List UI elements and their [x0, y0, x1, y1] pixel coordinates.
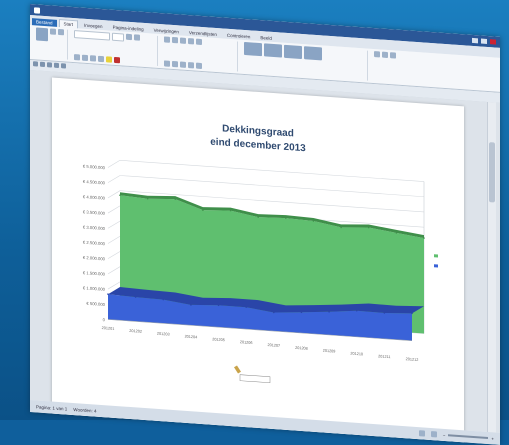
undo-icon[interactable]: [40, 61, 45, 68]
highlight-icon[interactable]: [106, 56, 112, 63]
x-tick-label: 201206: [240, 340, 253, 345]
gridline-depth: [107, 205, 121, 214]
justify-icon[interactable]: [188, 62, 194, 69]
x-tick-label: 201207: [267, 343, 280, 348]
style-no-spacing-icon[interactable]: [264, 43, 282, 58]
web-layout-icon[interactable]: [430, 431, 437, 438]
style-heading2-icon[interactable]: [304, 46, 322, 61]
x-tick-label: 201204: [185, 335, 198, 340]
italic-icon[interactable]: [82, 54, 88, 62]
paragraph-group: [161, 36, 238, 72]
gridline-depth: [107, 251, 121, 259]
monitor-bezel: Bestand Start Invoegen Pagina-indeling V…: [0, 0, 509, 445]
cut-icon[interactable]: [50, 28, 56, 35]
y-tick-label: € 1.500.000: [83, 270, 106, 277]
new-document-icon[interactable]: [61, 63, 66, 69]
paste-icon[interactable]: [36, 27, 48, 42]
y-tick-label: € 5.000.000: [83, 164, 106, 171]
font-color-icon[interactable]: [114, 56, 120, 64]
x-tick-label: 201205: [212, 337, 225, 342]
numbering-icon[interactable]: [172, 36, 178, 44]
document-page: Dekkingsgraad eind december 2013 0 € 500.…: [52, 77, 464, 445]
x-tick-label: 201201: [102, 326, 115, 331]
style-normal-icon[interactable]: [244, 41, 262, 57]
style-heading1-icon[interactable]: [284, 44, 302, 60]
increase-indent-icon[interactable]: [196, 38, 202, 46]
font-name-dropdown[interactable]: [74, 30, 110, 41]
save-icon[interactable]: [33, 61, 38, 67]
zoom-slider[interactable]: − +: [443, 432, 494, 441]
coverage-area-chart: Dekkingsgraad eind december 2013 0€ 500.…: [83, 123, 438, 384]
x-tick-label: 201211: [378, 354, 390, 359]
align-left-icon[interactable]: [164, 60, 170, 67]
tab-view[interactable]: Beeld: [256, 34, 276, 42]
gridline-depth: [107, 220, 121, 229]
bullets-icon[interactable]: [164, 36, 170, 43]
close-button[interactable]: [490, 39, 496, 45]
y-tick-label: € 2.500.000: [83, 240, 106, 247]
y-tick-label: € 500.000: [86, 301, 105, 307]
gridline: [120, 175, 424, 198]
maximize-button[interactable]: [481, 38, 487, 44]
x-tick-label: 201210: [350, 352, 363, 357]
y-tick-label: € 3.500.000: [83, 209, 106, 216]
vertical-scrollbar[interactable]: [487, 101, 496, 433]
x-tick-label: 201209: [323, 349, 336, 354]
legend-swatch: [434, 264, 438, 268]
styles-group: [241, 41, 368, 81]
x-tick-label: 201208: [295, 346, 308, 351]
y-tick-label: € 2.000.000: [83, 255, 106, 262]
series-2-point: [107, 293, 109, 296]
line-spacing-icon[interactable]: [196, 62, 202, 70]
select-icon[interactable]: [390, 52, 396, 59]
clipboard-group: [33, 27, 68, 60]
minimize-button[interactable]: [472, 37, 478, 44]
decrease-indent-icon[interactable]: [188, 38, 194, 45]
y-tick-label: € 4.500.000: [83, 179, 106, 186]
strikethrough-icon[interactable]: [98, 55, 104, 63]
word-count[interactable]: Woorden: 4: [73, 407, 96, 414]
multilevel-list-icon[interactable]: [180, 37, 186, 44]
editing-group: [371, 51, 399, 83]
copy-icon[interactable]: [58, 28, 64, 36]
window-controls: [472, 37, 496, 45]
gridline-depth: [107, 266, 121, 275]
legend-swatch: [434, 254, 438, 258]
gridline-depth: [107, 190, 121, 199]
find-icon[interactable]: [374, 51, 380, 58]
gridline: [120, 159, 424, 182]
word-window: Bestand Start Invoegen Pagina-indeling V…: [30, 4, 500, 445]
word-app-icon: [34, 6, 40, 14]
redo-icon[interactable]: [47, 62, 52, 68]
align-right-icon[interactable]: [180, 61, 186, 68]
y-tick-label: € 3.000.000: [83, 225, 106, 232]
print-icon[interactable]: [54, 62, 59, 69]
gridline-depth: [107, 160, 121, 168]
x-tick-label: 201212: [406, 357, 419, 362]
font-size-dropdown[interactable]: [112, 32, 124, 42]
shrink-font-icon[interactable]: [134, 34, 140, 41]
y-tick-label: 0: [103, 317, 106, 322]
grow-font-icon[interactable]: [126, 33, 132, 41]
font-group: [71, 29, 158, 66]
x-tick-label: 201202: [129, 329, 142, 334]
gridline-depth: [107, 175, 121, 183]
document-area: Dekkingsgraad eind december 2013 0 € 500.…: [30, 70, 500, 445]
center-icon[interactable]: [172, 60, 178, 68]
gridline-depth: [107, 236, 121, 244]
y-tick-label: € 1.000.000: [83, 285, 106, 292]
replace-icon[interactable]: [382, 51, 388, 59]
y-tick-label: € 4.000.000: [83, 194, 106, 201]
bold-icon[interactable]: [74, 54, 80, 61]
underline-icon[interactable]: [90, 55, 96, 62]
text-wrap-anchor-icon[interactable]: [234, 365, 271, 384]
chart-title-line1: Dekkingsgraad: [222, 123, 294, 139]
page-count[interactable]: Pagina: 1 van 1: [36, 404, 67, 411]
x-tick-label: 201203: [157, 332, 170, 337]
tab-start[interactable]: Start: [58, 18, 79, 29]
print-layout-icon[interactable]: [418, 430, 425, 437]
scrollbar-thumb[interactable]: [489, 142, 495, 203]
